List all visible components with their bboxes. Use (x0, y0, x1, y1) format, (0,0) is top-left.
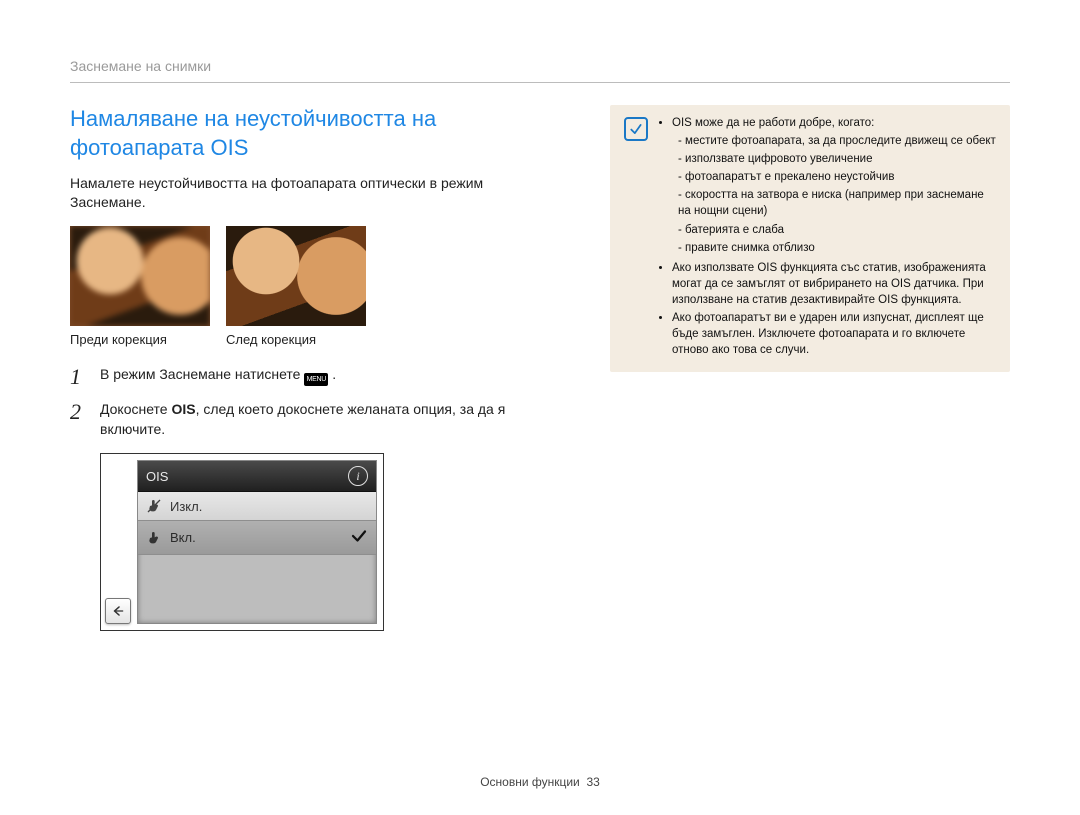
step-1-number: 1 (70, 365, 90, 388)
note-b1-3: фотоапаратът е прекалено неустойчив (678, 169, 996, 185)
note-b1-1: местите фотоапарата, за да проследите дв… (678, 133, 996, 149)
note-b1-2: използвате цифровото увеличение (678, 151, 996, 167)
note-b1: OIS може да не работи добре, когато: (672, 117, 874, 129)
thumb-before: Преди корекция (70, 226, 210, 347)
step-1: 1 В режим Заснемане натиснете MENU . (70, 365, 560, 388)
note-b1-4: скоростта на затвора е ниска (например п… (678, 187, 996, 219)
step-2-bold: OIS (171, 401, 195, 417)
ois-off-icon (146, 498, 162, 514)
left-column: Намаляване на неустойчивостта на фотоапа… (70, 105, 560, 631)
thumb-before-caption: Преди корекция (70, 332, 210, 347)
note-b3: Ако фотоапаратът ви е ударен или изпусна… (672, 310, 996, 358)
note-box: OIS може да не работи добре, когато: мес… (610, 105, 1010, 372)
right-column: OIS може да не работи добре, когато: мес… (606, 105, 1010, 631)
menu-icon: MENU (304, 373, 328, 386)
info-button[interactable]: i (348, 466, 368, 486)
intro-text: Намалете неустойчивостта на фотоапарата … (70, 174, 560, 212)
note-b1-6: правите снимка отблизо (678, 240, 996, 256)
note-b1-5: батерията е слаба (678, 222, 996, 238)
footer-page: 33 (586, 775, 599, 789)
thumb-after-image (226, 226, 366, 326)
step-1-post: . (332, 366, 336, 382)
ois-on-option[interactable]: Вкл. (138, 521, 376, 555)
page-footer: Основни функции 33 (0, 775, 1080, 789)
thumb-before-image (70, 226, 210, 326)
page-title: Намаляване на неустойчивостта на фотоапа… (70, 105, 560, 162)
footer-label: Основни функции (480, 775, 580, 789)
back-button[interactable] (105, 598, 131, 624)
note-b2: Ако използвате OIS функцията със статив,… (672, 260, 996, 308)
ois-on-label: Вкл. (170, 530, 196, 545)
note-icon (624, 117, 648, 141)
check-icon (350, 527, 368, 548)
step-2: 2 Докоснете OIS, след което докоснете же… (70, 400, 560, 439)
thumb-after-caption: След корекция (226, 332, 366, 347)
step-1-pre: В режим Заснемане натиснете (100, 366, 304, 382)
thumb-after: След корекция (226, 226, 366, 347)
back-arrow-icon (111, 604, 125, 618)
ois-on-icon (146, 530, 162, 546)
ois-off-label: Изкл. (170, 499, 202, 514)
running-head: Заснемане на снимки (70, 58, 1010, 83)
camera-screen: OIS i Изкл. Вкл. (100, 453, 384, 631)
ois-off-option[interactable]: Изкл. (138, 492, 376, 521)
step-2-a: Докоснете (100, 401, 171, 417)
panel-header: OIS i (138, 461, 376, 492)
panel-title: OIS (146, 469, 168, 484)
step-2-number: 2 (70, 400, 90, 439)
